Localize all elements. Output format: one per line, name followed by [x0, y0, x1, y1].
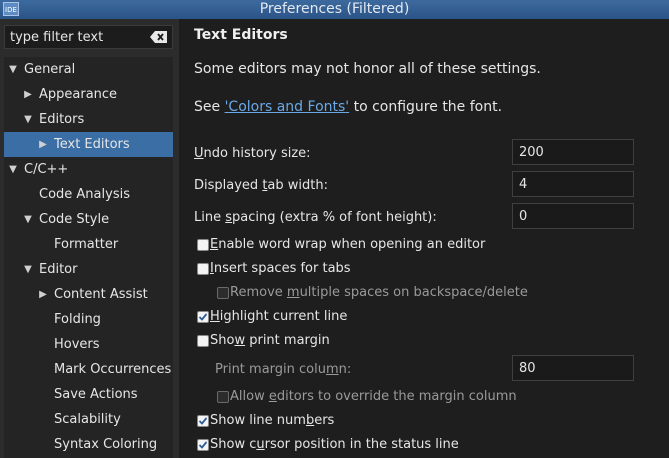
expanded-arrow-icon[interactable]: ▼ — [22, 257, 34, 282]
expanded-arrow-icon[interactable]: ▼ — [7, 157, 19, 182]
remove-spaces-label: Remove multiple spaces on backspace/dele… — [230, 285, 528, 300]
tab-width-label: Displayed tab width: — [194, 178, 328, 193]
insert-spaces-label: Insert spaces for tabs — [210, 261, 351, 276]
collapsed-arrow-icon[interactable]: ▶ — [37, 132, 49, 157]
filter-input[interactable] — [10, 29, 140, 45]
line-spacing-label: Line spacing (extra % of font height): — [194, 210, 437, 225]
tree-item-code-style[interactable]: ▼ Code Style — [4, 207, 173, 232]
print-margin-label: Show print margin — [210, 333, 330, 348]
page-title: Text Editors — [194, 27, 288, 43]
sidebar: ▼ General ▶ Appearance ▼ Editors ▶ Text … — [0, 19, 179, 458]
expanded-arrow-icon[interactable]: ▼ — [22, 207, 34, 232]
cursor-position-label: Show cursor position in the status line — [210, 437, 459, 452]
tree-item-hovers[interactable]: Hovers — [4, 332, 173, 357]
expanded-arrow-icon[interactable]: ▼ — [22, 107, 34, 132]
filter-box — [4, 25, 173, 49]
line-numbers-label: Show line numbers — [210, 413, 335, 428]
tree-item-scalability[interactable]: Scalability — [4, 407, 173, 432]
settings-note: Some editors may not honor all of these … — [194, 61, 541, 77]
collapsed-arrow-icon[interactable]: ▶ — [22, 82, 34, 107]
tree-item-editor[interactable]: ▼ Editor — [4, 257, 173, 282]
tree-item-general[interactable]: ▼ General — [4, 57, 173, 82]
checkmark-icon — [198, 441, 208, 449]
checkmark-icon — [198, 313, 208, 321]
word-wrap-label: Enable word wrap when opening an editor — [210, 237, 486, 252]
print-margin-column-label: Print margin column: — [215, 362, 352, 377]
title-bar: IDE Preferences (Filtered) — [0, 0, 669, 19]
line-spacing-input[interactable] — [512, 203, 634, 229]
preference-tree: ▼ General ▶ Appearance ▼ Editors ▶ Text … — [4, 57, 173, 458]
undo-history-input[interactable] — [512, 139, 634, 165]
clear-filter-icon[interactable] — [150, 30, 168, 44]
tree-item-mark-occurrences[interactable]: Mark Occurrences — [4, 357, 173, 382]
undo-history-label: Undo history size: — [194, 146, 311, 161]
window-title: Preferences (Filtered) — [259, 1, 410, 17]
highlight-line-label: Highlight current line — [210, 309, 348, 324]
print-margin-column-input[interactable] — [512, 355, 634, 381]
tree-item-save-actions[interactable]: Save Actions — [4, 382, 173, 407]
preference-page: Text Editors Some editors may not honor … — [179, 19, 669, 458]
tab-width-input[interactable] — [512, 171, 634, 197]
tree-item-editors[interactable]: ▼ Editors — [4, 107, 173, 132]
tree-item-folding[interactable]: Folding — [4, 307, 173, 332]
line-numbers-checkbox[interactable] — [197, 415, 209, 427]
collapsed-arrow-icon[interactable]: ▶ — [37, 282, 49, 307]
allow-override-checkbox[interactable] — [217, 391, 229, 403]
cursor-position-checkbox[interactable] — [197, 439, 209, 451]
colors-fonts-hint: See 'Colors and Fonts' to configure the … — [194, 99, 503, 115]
app-icon: IDE — [3, 2, 19, 16]
tree-item-text-editors[interactable]: ▶ Text Editors — [4, 132, 173, 157]
tree-item-appearance[interactable]: ▶ Appearance — [4, 82, 173, 107]
highlight-line-checkbox[interactable] — [197, 311, 209, 323]
checkmark-icon — [198, 417, 208, 425]
tree-item-formatter[interactable]: Formatter — [4, 232, 173, 257]
allow-override-label: Allow editors to override the margin col… — [230, 389, 517, 404]
tree-item-content-assist[interactable]: ▶ Content Assist — [4, 282, 173, 307]
remove-spaces-checkbox[interactable] — [217, 287, 229, 299]
tree-item-code-analysis[interactable]: Code Analysis — [4, 182, 173, 207]
colors-and-fonts-link[interactable]: 'Colors and Fonts' — [225, 99, 350, 115]
tree-item-cpp[interactable]: ▼ C/C++ — [4, 157, 173, 182]
insert-spaces-checkbox[interactable] — [197, 263, 209, 275]
tree-item-syntax-coloring[interactable]: Syntax Coloring — [4, 432, 173, 457]
word-wrap-checkbox[interactable] — [197, 239, 209, 251]
expanded-arrow-icon[interactable]: ▼ — [7, 57, 19, 82]
print-margin-checkbox[interactable] — [197, 335, 209, 347]
